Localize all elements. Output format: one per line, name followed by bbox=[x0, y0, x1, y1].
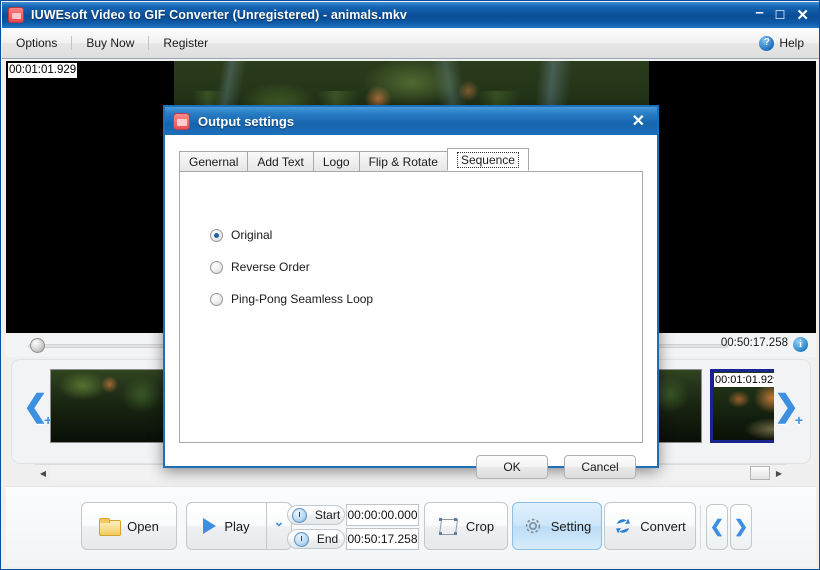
help-label: Help bbox=[779, 36, 804, 50]
start-time-input[interactable]: 00:00:00.000 bbox=[346, 504, 419, 526]
radio-ping-pong-seamless-loop[interactable]: Ping-Pong Seamless Loop bbox=[210, 292, 373, 306]
preview-timestamp: 00:01:01.929 bbox=[8, 63, 78, 78]
info-icon[interactable]: i bbox=[793, 337, 808, 352]
tab-label: Genernal bbox=[189, 154, 239, 169]
start-label: Start bbox=[314, 508, 341, 522]
play-button[interactable]: Play bbox=[186, 502, 266, 550]
dialog-close-icon[interactable]: ✕ bbox=[632, 111, 649, 131]
bottom-toolbar: Open Play ⌄ Start 00:00:00.000 End 00:50… bbox=[6, 486, 816, 566]
menu-item-options[interactable]: Options bbox=[2, 32, 71, 54]
setting-button[interactable]: Setting bbox=[512, 502, 602, 550]
thumbnail-timestamp: 00:01:01.929 bbox=[714, 373, 774, 387]
app-icon bbox=[8, 7, 24, 23]
radio-label: Reverse Order bbox=[231, 260, 310, 274]
crop-label: Crop bbox=[465, 518, 495, 534]
nav-next-button[interactable]: ❯ bbox=[730, 504, 752, 550]
radio-label: Original bbox=[231, 228, 273, 242]
tab-flip-and-rotate[interactable]: Flip & Rotate bbox=[358, 151, 448, 171]
radio-original[interactable]: Original bbox=[210, 228, 272, 242]
convert-label: Convert bbox=[640, 518, 686, 534]
scroll-right-arrow-icon[interactable]: ▶ bbox=[771, 465, 787, 481]
output-settings-dialog: Output settings ✕ Genernal Add Text Logo… bbox=[163, 105, 659, 479]
menu-item-buy-now[interactable]: Buy Now bbox=[72, 32, 148, 54]
menu-item-register[interactable]: Register bbox=[149, 32, 222, 54]
tab-genernal[interactable]: Genernal bbox=[179, 151, 249, 171]
radio-button-icon bbox=[210, 260, 223, 274]
open-button[interactable]: Open bbox=[81, 502, 177, 550]
menubar: Options Buy Now Register ? Help bbox=[2, 28, 819, 59]
start-time-button[interactable]: Start bbox=[287, 505, 345, 525]
tab-add-text[interactable]: Add Text bbox=[247, 151, 314, 171]
radio-reverse-order[interactable]: Reverse Order bbox=[210, 260, 310, 274]
chevron-down-icon: ⌄ bbox=[273, 514, 285, 529]
dialog-body: Genernal Add Text Logo Flip & Rotate Seq… bbox=[165, 135, 657, 479]
radio-button-icon bbox=[210, 228, 223, 242]
dialog-tabstrip: Genernal Add Text Logo Flip & Rotate Seq… bbox=[179, 148, 529, 171]
tab-label: Add Text bbox=[257, 154, 304, 169]
convert-arrows-icon bbox=[614, 517, 632, 535]
tab-label: Sequence bbox=[456, 151, 519, 168]
play-triangle-icon bbox=[203, 518, 217, 534]
toolbar-divider bbox=[700, 505, 701, 549]
tab-label: Logo bbox=[322, 154, 350, 169]
end-label: End bbox=[316, 532, 339, 546]
radio-button-icon bbox=[210, 292, 223, 306]
help-question-icon: ? bbox=[759, 35, 775, 51]
minimize-button[interactable]: – bbox=[755, 5, 763, 20]
tab-label: Flip & Rotate bbox=[368, 154, 438, 169]
add-frame-right-icon[interactable]: ❯ + bbox=[774, 392, 803, 428]
maximize-button[interactable]: ☐ bbox=[775, 8, 786, 22]
dialog-titlebar: Output settings ✕ bbox=[165, 107, 657, 135]
output-settings-icon bbox=[173, 112, 190, 130]
thumbnail-image bbox=[51, 370, 173, 442]
setting-label: Setting bbox=[550, 518, 592, 534]
seek-thumb[interactable] bbox=[30, 338, 45, 353]
tab-logo[interactable]: Logo bbox=[312, 151, 360, 171]
list-item[interactable] bbox=[50, 369, 174, 443]
window-titlebar: IUWEsoft Video to GIF Converter (Unregis… bbox=[2, 2, 819, 28]
folder-icon bbox=[99, 518, 122, 536]
convert-button[interactable]: Convert bbox=[604, 502, 696, 550]
help-menu[interactable]: ? Help bbox=[759, 35, 819, 51]
radio-label: Ping-Pong Seamless Loop bbox=[231, 292, 374, 306]
gear-icon bbox=[523, 516, 543, 536]
total-duration-label: 00:50:17.258 bbox=[720, 337, 788, 349]
window-controls: – ☐ ✕ bbox=[755, 5, 814, 23]
application-window: IUWEsoft Video to GIF Converter (Unregis… bbox=[0, 0, 820, 570]
crop-icon bbox=[438, 517, 458, 536]
clock-icon bbox=[291, 507, 307, 523]
plus-icon: + bbox=[794, 412, 803, 428]
tab-sequence[interactable]: Sequence bbox=[446, 148, 529, 171]
close-button[interactable]: ✕ bbox=[796, 8, 809, 23]
window-title: IUWEsoft Video to GIF Converter (Unregis… bbox=[31, 8, 407, 22]
scrollbar-thumb[interactable] bbox=[750, 466, 770, 480]
nav-prev-button[interactable]: ❮ bbox=[706, 504, 728, 550]
open-label: Open bbox=[127, 518, 159, 534]
ok-button[interactable]: OK bbox=[476, 455, 548, 479]
play-label: Play bbox=[224, 518, 250, 534]
end-time-button[interactable]: End bbox=[287, 529, 345, 549]
scroll-left-arrow-icon[interactable]: ◀ bbox=[35, 465, 51, 481]
add-frame-left-icon[interactable]: ❮ + bbox=[23, 392, 52, 428]
cancel-button[interactable]: Cancel bbox=[564, 455, 636, 479]
list-item-selected[interactable]: 00:01:01.929 bbox=[710, 369, 774, 443]
sequence-tab-panel: Original Reverse Order Ping-Pong Seamles… bbox=[179, 171, 643, 443]
dialog-title: Output settings bbox=[198, 113, 295, 129]
crop-button[interactable]: Crop bbox=[424, 502, 508, 550]
end-time-input[interactable]: 00:50:17.258 bbox=[346, 528, 419, 550]
clock-icon bbox=[293, 531, 309, 547]
